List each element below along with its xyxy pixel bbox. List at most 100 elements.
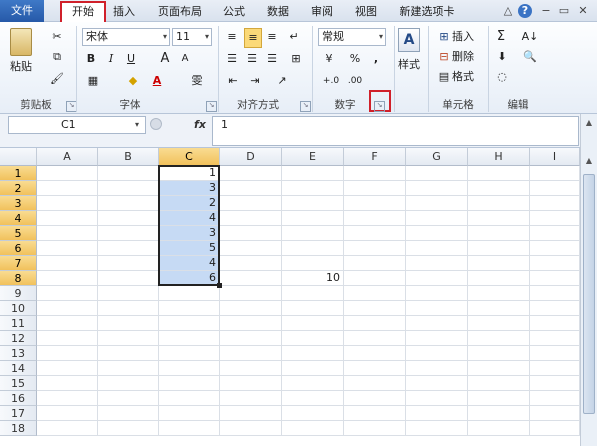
row-header-7[interactable]: 7	[0, 256, 37, 271]
cell-d7[interactable]	[220, 256, 282, 271]
cell-e18[interactable]	[282, 421, 344, 436]
cell-f13[interactable]	[344, 346, 406, 361]
phonetic-icon[interactable]: 雯	[186, 72, 208, 90]
cell-a1[interactable]	[37, 166, 98, 181]
tab-home[interactable]: 开始	[60, 1, 106, 24]
cell-d6[interactable]	[220, 241, 282, 256]
format-cells-button[interactable]: 格式	[452, 68, 480, 86]
row-header-14[interactable]: 14	[0, 361, 37, 376]
cell-g10[interactable]	[406, 301, 468, 316]
fill-color-icon[interactable]: ◆	[124, 72, 142, 90]
cell-g9[interactable]	[406, 286, 468, 301]
row-header-10[interactable]: 10	[0, 301, 37, 316]
spreadsheet-grid[interactable]: A B C D E F G H I 1 1 2 3 3 2 4 4 5 3 6 5 7 4 8 6 10 9 10 11 12 13 14 15…	[0, 148, 580, 446]
row-header-8[interactable]: 8	[0, 271, 37, 286]
row-header-1[interactable]: 1	[0, 166, 37, 181]
cell-f9[interactable]	[344, 286, 406, 301]
cell-g18[interactable]	[406, 421, 468, 436]
cell-e11[interactable]	[282, 316, 344, 331]
cell-f6[interactable]	[344, 241, 406, 256]
cell-d17[interactable]	[220, 406, 282, 421]
cell-c7[interactable]: 4	[159, 256, 220, 271]
cell-h9[interactable]	[468, 286, 530, 301]
align-center-icon[interactable]: ☰	[244, 50, 260, 68]
cell-g14[interactable]	[406, 361, 468, 376]
cell-g15[interactable]	[406, 376, 468, 391]
number-launcher-icon[interactable]: ↘	[374, 101, 385, 112]
column-header-d[interactable]: D	[220, 148, 282, 166]
cell-h18[interactable]	[468, 421, 530, 436]
cell-c3[interactable]: 2	[159, 196, 220, 211]
cell-f7[interactable]	[344, 256, 406, 271]
find-select-icon[interactable]: 🔍	[518, 48, 542, 66]
cell-c2[interactable]: 3	[159, 181, 220, 196]
cell-i13[interactable]	[530, 346, 580, 361]
increase-decimal-icon[interactable]: +.0	[320, 72, 342, 90]
cell-i4[interactable]	[530, 211, 580, 226]
cell-f18[interactable]	[344, 421, 406, 436]
cell-h3[interactable]	[468, 196, 530, 211]
row-header-17[interactable]: 17	[0, 406, 37, 421]
cell-g13[interactable]	[406, 346, 468, 361]
number-format-select[interactable]: 常规 ▾	[318, 28, 386, 46]
row-header-15[interactable]: 15	[0, 376, 37, 391]
cell-d3[interactable]	[220, 196, 282, 211]
cell-b16[interactable]	[98, 391, 159, 406]
cell-e4[interactable]	[282, 211, 344, 226]
vertical-scrollbar[interactable]: ▲ ▲	[580, 114, 597, 446]
cell-a14[interactable]	[37, 361, 98, 376]
italic-button[interactable]: I	[104, 50, 118, 68]
underline-button[interactable]: U	[124, 50, 138, 68]
column-header-i[interactable]: I	[530, 148, 580, 166]
row-header-13[interactable]: 13	[0, 346, 37, 361]
cell-e7[interactable]	[282, 256, 344, 271]
delete-cells-button[interactable]: 删除	[452, 48, 480, 66]
cell-h16[interactable]	[468, 391, 530, 406]
cell-d11[interactable]	[220, 316, 282, 331]
cell-d2[interactable]	[220, 181, 282, 196]
cell-b10[interactable]	[98, 301, 159, 316]
align-left-icon[interactable]: ☰	[224, 50, 240, 68]
cell-f11[interactable]	[344, 316, 406, 331]
cell-e5[interactable]	[282, 226, 344, 241]
cell-e9[interactable]	[282, 286, 344, 301]
cell-d8[interactable]	[220, 271, 282, 286]
cell-a17[interactable]	[37, 406, 98, 421]
cell-a4[interactable]	[37, 211, 98, 226]
row-header-16[interactable]: 16	[0, 391, 37, 406]
borders-icon[interactable]: ▦	[84, 72, 102, 90]
cell-d1[interactable]	[220, 166, 282, 181]
cell-c1[interactable]: 1	[159, 166, 220, 181]
cell-h10[interactable]	[468, 301, 530, 316]
cell-a16[interactable]	[37, 391, 98, 406]
cell-a7[interactable]	[37, 256, 98, 271]
cell-a5[interactable]	[37, 226, 98, 241]
cut-icon[interactable]: ✂	[48, 28, 66, 46]
cell-i8[interactable]	[530, 271, 580, 286]
cell-g8[interactable]	[406, 271, 468, 286]
fill-handle[interactable]	[217, 283, 222, 288]
cell-i7[interactable]	[530, 256, 580, 271]
cell-b17[interactable]	[98, 406, 159, 421]
cell-g17[interactable]	[406, 406, 468, 421]
cell-h12[interactable]	[468, 331, 530, 346]
cell-i6[interactable]	[530, 241, 580, 256]
alignment-launcher-icon[interactable]: ↘	[300, 101, 311, 112]
format-painter-icon[interactable]: 🖌	[48, 70, 66, 88]
column-header-e[interactable]: E	[282, 148, 344, 166]
increase-indent-icon[interactable]: ⇥	[246, 72, 264, 90]
cell-c15[interactable]	[159, 376, 220, 391]
paste-button[interactable]: 粘贴	[6, 58, 36, 76]
cell-e14[interactable]	[282, 361, 344, 376]
cell-b1[interactable]	[98, 166, 159, 181]
font-size-select[interactable]: 11 ▾	[172, 28, 212, 46]
fill-icon[interactable]: ⬇	[494, 48, 510, 66]
cell-i5[interactable]	[530, 226, 580, 241]
tab-formulas[interactable]: 公式	[220, 3, 248, 21]
column-header-a[interactable]: A	[37, 148, 98, 166]
cell-a3[interactable]	[37, 196, 98, 211]
cell-f12[interactable]	[344, 331, 406, 346]
delete-cells-icon[interactable]: ⊟	[436, 48, 452, 66]
formula-input[interactable]: 1	[212, 116, 579, 146]
styles-icon[interactable]: A	[398, 28, 420, 52]
